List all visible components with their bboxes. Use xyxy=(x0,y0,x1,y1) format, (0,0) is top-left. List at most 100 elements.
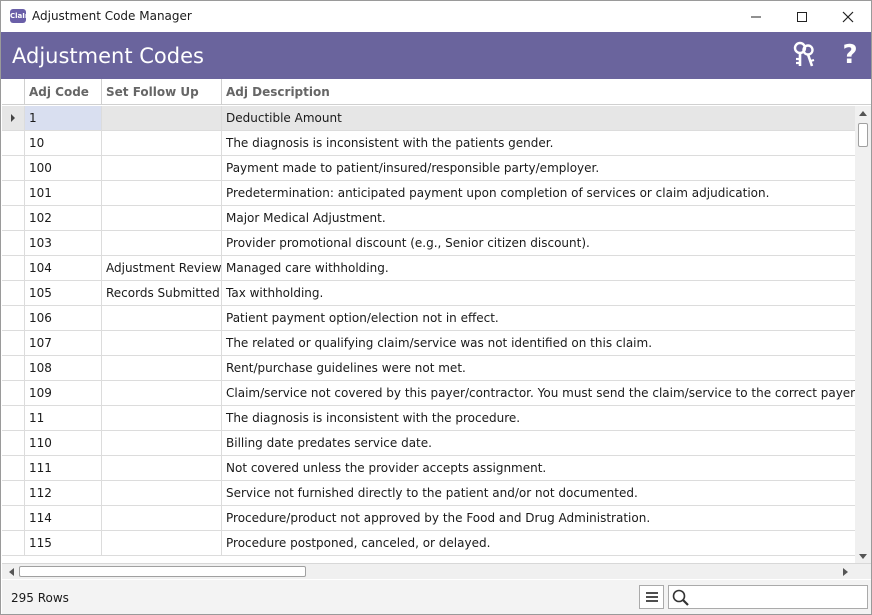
menu-button[interactable] xyxy=(639,585,664,609)
adj-description-cell[interactable]: Major Medical Adjustment. xyxy=(222,206,855,230)
row-indicator[interactable] xyxy=(2,256,25,280)
table-row[interactable]: 107 The related or qualifying claim/servi… xyxy=(2,331,855,356)
scroll-left-button[interactable] xyxy=(4,564,18,579)
follow-up-cell[interactable] xyxy=(102,456,222,480)
table-row[interactable]: 100 Payment made to patient/insured/respo… xyxy=(2,156,855,181)
row-indicator[interactable] xyxy=(2,506,25,530)
adj-code-cell[interactable]: 101 xyxy=(25,181,102,205)
adj-description-cell[interactable]: Predetermination: anticipated payment up… xyxy=(222,181,855,205)
scroll-right-button[interactable] xyxy=(838,564,852,579)
table-row[interactable]: 1 Deductible Amount xyxy=(2,106,855,131)
adj-description-cell[interactable]: Not covered unless the provider accepts … xyxy=(222,456,855,480)
adj-description-cell[interactable]: Claim/service not covered by this payer/… xyxy=(222,381,855,405)
adj-code-cell[interactable]: 114 xyxy=(25,506,102,530)
row-indicator[interactable] xyxy=(2,156,25,180)
adj-code-cell[interactable]: 11 xyxy=(25,406,102,430)
table-row[interactable]: 112 Service not furnished directly to the… xyxy=(2,481,855,506)
vertical-scroll-thumb[interactable] xyxy=(858,123,868,147)
row-indicator[interactable] xyxy=(2,381,25,405)
adj-code-cell[interactable]: 1 xyxy=(25,106,102,130)
close-button[interactable] xyxy=(825,1,871,32)
table-row[interactable]: 115 Procedure postponed, canceled, or del… xyxy=(2,531,855,556)
horizontal-scrollbar[interactable] xyxy=(2,563,871,579)
row-indicator[interactable] xyxy=(2,531,25,555)
adj-description-cell[interactable]: Managed care withholding. xyxy=(222,256,855,280)
adj-code-cell[interactable]: 112 xyxy=(25,481,102,505)
adj-code-cell[interactable]: 104 xyxy=(25,256,102,280)
row-indicator[interactable] xyxy=(2,456,25,480)
table-row[interactable]: 11 The diagnosis is inconsistent with the… xyxy=(2,406,855,431)
adj-description-cell[interactable]: Provider promotional discount (e.g., Sen… xyxy=(222,231,855,255)
follow-up-cell[interactable] xyxy=(102,481,222,505)
follow-up-cell[interactable] xyxy=(102,431,222,455)
table-row[interactable]: 104 Adjustment Review Managed care withhol… xyxy=(2,256,855,281)
keys-button[interactable] xyxy=(789,40,819,70)
adj-code-cell[interactable]: 108 xyxy=(25,356,102,380)
scroll-up-button[interactable] xyxy=(855,106,871,120)
scroll-down-button[interactable] xyxy=(855,549,871,563)
follow-up-cell[interactable] xyxy=(102,531,222,555)
row-indicator[interactable] xyxy=(2,131,25,155)
adj-description-cell[interactable]: The diagnosis is inconsistent with the p… xyxy=(222,131,855,155)
table-row[interactable]: 109 Claim/service not covered by this pay… xyxy=(2,381,855,406)
adj-description-cell[interactable]: Tax withholding. xyxy=(222,281,855,305)
follow-up-cell[interactable] xyxy=(102,181,222,205)
table-row[interactable]: 114 Procedure/product not approved by the… xyxy=(2,506,855,531)
search-input[interactable] xyxy=(693,587,865,607)
follow-up-cell[interactable] xyxy=(102,356,222,380)
help-button[interactable]: ? xyxy=(835,40,865,70)
follow-up-cell[interactable] xyxy=(102,506,222,530)
column-header-set-follow-up[interactable]: Set Follow Up xyxy=(102,79,222,105)
adj-code-cell[interactable]: 111 xyxy=(25,456,102,480)
table-row[interactable]: 102 Major Medical Adjustment. xyxy=(2,206,855,231)
adj-description-cell[interactable]: Procedure postponed, canceled, or delaye… xyxy=(222,531,855,555)
horizontal-scroll-thumb[interactable] xyxy=(19,566,306,577)
row-indicator[interactable] xyxy=(2,431,25,455)
follow-up-cell[interactable] xyxy=(102,406,222,430)
title-bar[interactable]: ClaIm Adjustment Code Manager xyxy=(1,1,871,32)
follow-up-cell[interactable] xyxy=(102,381,222,405)
follow-up-cell[interactable]: Adjustment Review xyxy=(102,256,222,280)
row-indicator[interactable] xyxy=(2,206,25,230)
follow-up-cell[interactable] xyxy=(102,206,222,230)
row-indicator[interactable] xyxy=(2,406,25,430)
row-indicator[interactable] xyxy=(2,281,25,305)
minimize-button[interactable] xyxy=(733,1,779,32)
follow-up-cell[interactable] xyxy=(102,131,222,155)
row-indicator[interactable] xyxy=(2,181,25,205)
adj-description-cell[interactable]: Deductible Amount xyxy=(222,106,855,130)
adj-code-cell[interactable]: 106 xyxy=(25,306,102,330)
row-indicator[interactable] xyxy=(2,231,25,255)
row-indicator[interactable] xyxy=(2,331,25,355)
follow-up-cell[interactable] xyxy=(102,106,222,130)
table-row[interactable]: 111 Not covered unless the provider accep… xyxy=(2,456,855,481)
adj-description-cell[interactable]: The related or qualifying claim/service … xyxy=(222,331,855,355)
follow-up-cell[interactable] xyxy=(102,306,222,330)
row-indicator[interactable] xyxy=(2,106,25,130)
adj-code-cell[interactable]: 110 xyxy=(25,431,102,455)
follow-up-cell[interactable] xyxy=(102,156,222,180)
adj-description-cell[interactable]: Patient payment option/election not in e… xyxy=(222,306,855,330)
table-row[interactable]: 106 Patient payment option/election not i… xyxy=(2,306,855,331)
table-row[interactable]: 103 Provider promotional discount (e.g., … xyxy=(2,231,855,256)
adj-description-cell[interactable]: Payment made to patient/insured/responsi… xyxy=(222,156,855,180)
adj-description-cell[interactable]: The diagnosis is inconsistent with the p… xyxy=(222,406,855,430)
table-row[interactable]: 10 The diagnosis is inconsistent with the… xyxy=(2,131,855,156)
follow-up-cell[interactable]: Records Submitted xyxy=(102,281,222,305)
adj-code-cell[interactable]: 102 xyxy=(25,206,102,230)
row-indicator[interactable] xyxy=(2,481,25,505)
adj-code-cell[interactable]: 107 xyxy=(25,331,102,355)
adj-code-cell[interactable]: 115 xyxy=(25,531,102,555)
maximize-button[interactable] xyxy=(779,1,825,32)
adj-description-cell[interactable]: Procedure/product not approved by the Fo… xyxy=(222,506,855,530)
column-header-adj-code[interactable]: Adj Code xyxy=(25,79,102,105)
adj-description-cell[interactable]: Rent/purchase guidelines were not met. xyxy=(222,356,855,380)
adj-code-cell[interactable]: 10 xyxy=(25,131,102,155)
table-row[interactable]: 101 Predetermination: anticipated payment… xyxy=(2,181,855,206)
adj-description-cell[interactable]: Billing date predates service date. xyxy=(222,431,855,455)
follow-up-cell[interactable] xyxy=(102,231,222,255)
table-row[interactable]: 110 Billing date predates service date. xyxy=(2,431,855,456)
adj-code-cell[interactable]: 109 xyxy=(25,381,102,405)
adj-code-cell[interactable]: 103 xyxy=(25,231,102,255)
adj-code-cell[interactable]: 105 xyxy=(25,281,102,305)
